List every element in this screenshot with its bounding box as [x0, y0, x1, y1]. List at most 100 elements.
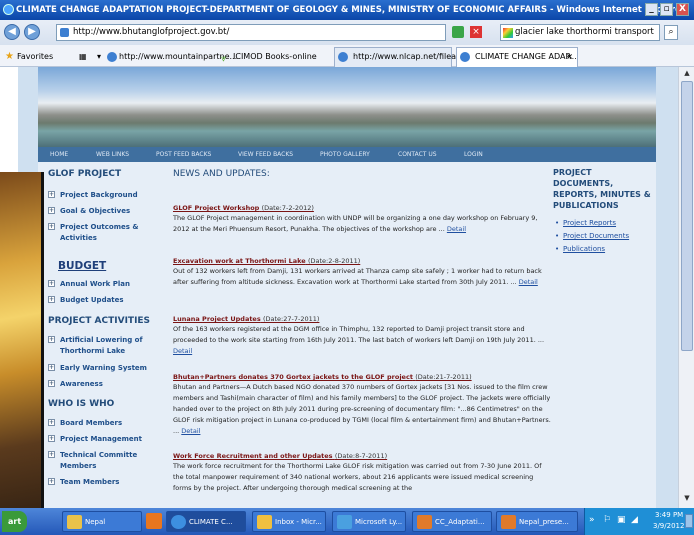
tab-climate-change[interactable]: CLIMATE CHANGE ADAP... × [456, 47, 578, 67]
sidebar-item-project-background[interactable]: + Project Background [48, 190, 138, 201]
link-project-documents[interactable]: • Project Documents [555, 232, 629, 240]
sidebar-item-project-management[interactable]: + Project Management [48, 434, 142, 445]
expand-icon: + [48, 451, 55, 458]
nav-photo-gallery[interactable]: PHOTO GALLERY [320, 147, 370, 162]
icimod-icon: ⩔ [221, 54, 227, 64]
sidebar-item-early-warning[interactable]: + Early Warning System [48, 363, 147, 374]
scrollbar-thumb[interactable] [681, 81, 693, 351]
network-icon[interactable]: ▣ [617, 515, 626, 525]
expand-icon: + [48, 419, 55, 426]
news-title-lunana[interactable]: Lunana Project Updates (Date:27-7-2011) [173, 315, 319, 323]
scroll-down-icon[interactable]: ▼ [681, 492, 693, 504]
taskbar-item-nepal-presentation[interactable]: Nepal_prese... [496, 511, 578, 532]
nav-view-feed-backs[interactable]: VIEW FEED BACKS [238, 147, 293, 162]
clock-time[interactable]: 3:49 PM [655, 511, 683, 519]
budget-heading[interactable]: BUDGET [58, 260, 106, 272]
news-body-lunana: Of the 163 workers registered at the DGM… [173, 325, 545, 355]
ie-page-icon [460, 52, 470, 62]
nav-login[interactable]: LOGIN [464, 147, 483, 162]
who-is-who-heading: WHO IS WHO [48, 399, 115, 409]
ie-page-icon [107, 52, 117, 62]
news-body-work-force: The work force recruitment for the Thort… [173, 462, 542, 492]
news-title-work-force[interactable]: Work Force Recruitment and other Updates… [173, 452, 387, 460]
sidebar-item-annual-work-plan[interactable]: + Annual Work Plan [48, 279, 130, 290]
forward-button[interactable]: ▶ [24, 24, 40, 40]
expand-icon: + [48, 280, 55, 287]
restore-button[interactable]: ▫ [660, 3, 673, 16]
sidebar-item-team-members[interactable]: + Team Members [48, 477, 119, 488]
scroll-up-icon[interactable]: ▲ [681, 67, 693, 79]
page-container: HOME WEB LINKS POST FEED BACKS VIEW FEED… [38, 67, 656, 515]
volume-icon[interactable]: ◢ [631, 515, 638, 525]
stop-icon[interactable]: × [470, 26, 482, 38]
content-area: GLOF PROJECT + Project Background + Goal &… [38, 162, 656, 515]
expand-icon: + [48, 380, 55, 387]
expand-icon: + [48, 207, 55, 214]
clock-date[interactable]: 3/9/2012 [653, 522, 684, 530]
favorites-dropdown[interactable]: ▾ [92, 48, 102, 64]
close-tab-icon[interactable]: × [566, 48, 573, 66]
sidebar-item-project-outcomes[interactable]: + Project Outcomes & Activities [48, 222, 150, 244]
nav-contact-us[interactable]: CONTACT US [398, 147, 437, 162]
search-input[interactable]: glacier lake thorthormi transport [500, 24, 660, 41]
taskbar-item-cc-adaptation[interactable]: CC_Adaptati... [412, 511, 492, 532]
show-desktop-button[interactable] [685, 514, 693, 528]
detail-link[interactable]: Detail [173, 347, 192, 355]
search-button[interactable]: ⌕ [664, 25, 678, 40]
taskbar-item-lync[interactable]: Microsoft Ly... [332, 511, 406, 532]
expand-icon: + [48, 296, 55, 303]
news-body-excavation: Out of 132 workers left from Damji, 131 … [173, 267, 542, 286]
detail-link[interactable]: Detail [519, 278, 538, 286]
start-button[interactable]: art [2, 511, 28, 532]
news-title-gortex[interactable]: Bhutan+Partners donates 370 Gortex jacke… [173, 373, 472, 381]
vertical-scrollbar[interactable]: ▲ ▼ [678, 67, 694, 515]
taskbar-item-nepal[interactable]: Nepal [62, 511, 142, 532]
tray-expand-icon[interactable]: » [589, 515, 595, 525]
news-title-workshop[interactable]: GLOF Project Workshop (Date:7-2-2012) [173, 204, 314, 212]
expand-icon: + [48, 336, 55, 343]
flag-icon[interactable]: ⚐ [603, 515, 611, 525]
favorites-bar: ★ Favorites ▦ ▾ http://www.mountainpartne… [0, 45, 694, 67]
expand-icon: + [48, 191, 55, 198]
link-project-reports[interactable]: • Project Reports [555, 219, 616, 227]
media-player-icon[interactable] [146, 513, 162, 529]
sidebar-item-goal-objectives[interactable]: + Goal & Objectives [48, 206, 130, 217]
favorites-button[interactable]: ★ Favorites [2, 48, 58, 64]
link-publications[interactable]: • Publications [555, 245, 605, 253]
sidebar-item-artificial-lowering[interactable]: + Artificial Lowering of Thorthormi Lake [48, 335, 152, 357]
window-title: CLIMATE CHANGE ADAPTATION PROJECT-DEPART… [16, 5, 686, 15]
url-text: http://www.bhutanglofproject.gov.bt/ [73, 27, 230, 37]
powerpoint-icon [501, 515, 516, 529]
nav-post-feed-backs[interactable]: POST FEED BACKS [156, 147, 211, 162]
favorite-link-icimod[interactable]: ⩔ ICIMOD Books-online [218, 48, 322, 64]
powerpoint-icon [417, 515, 432, 529]
add-favorite-icon[interactable]: ▦ [74, 48, 88, 64]
refresh-icon[interactable] [452, 26, 464, 38]
url-input[interactable]: http://www.bhutanglofproject.gov.bt/ [56, 24, 446, 41]
minimize-button[interactable]: _ [645, 3, 658, 16]
detail-link[interactable]: Detail [447, 225, 466, 233]
news-body-gortex: Bhutan and Partners—A Dutch based NGO do… [173, 383, 551, 435]
nav-web-links[interactable]: WEB LINKS [96, 147, 129, 162]
sidebar-item-awareness[interactable]: + Awareness [48, 379, 103, 390]
taskbar-item-climate-change[interactable]: CLIMATE C... [166, 511, 246, 532]
sidebar-item-board-members[interactable]: + Board Members [48, 418, 122, 429]
main-navigation: HOME WEB LINKS POST FEED BACKS VIEW FEED… [38, 147, 656, 162]
detail-link[interactable]: Detail [181, 427, 200, 435]
sidebar-item-budget-updates[interactable]: + Budget Updates [48, 295, 124, 306]
expand-icon: + [48, 364, 55, 371]
news-title-excavation[interactable]: Excavation work at Thorthormi Lake (Date… [173, 257, 360, 265]
back-button[interactable]: ◀ [4, 24, 20, 40]
search-provider-icon [503, 28, 513, 38]
nav-home[interactable]: HOME [50, 147, 68, 162]
close-button[interactable]: X [676, 3, 689, 16]
tab-nlcap[interactable]: http://www.nlcap.net/filead... [334, 47, 469, 67]
expand-icon: + [48, 478, 55, 485]
glof-project-heading: GLOF PROJECT [48, 169, 122, 179]
star-icon: ★ [5, 51, 14, 62]
sidebar-item-technical-committee[interactable]: + Technical Committe Members [48, 450, 150, 472]
publications-heading: PROJECT DOCUMENTS, REPORTS, MINUTES & PU… [553, 168, 651, 210]
taskbar-item-inbox[interactable]: Inbox - Micr... [252, 511, 326, 532]
ie-icon [171, 515, 186, 529]
window-title-bar: CLIMATE CHANGE ADAPTATION PROJECT-DEPART… [0, 0, 694, 20]
